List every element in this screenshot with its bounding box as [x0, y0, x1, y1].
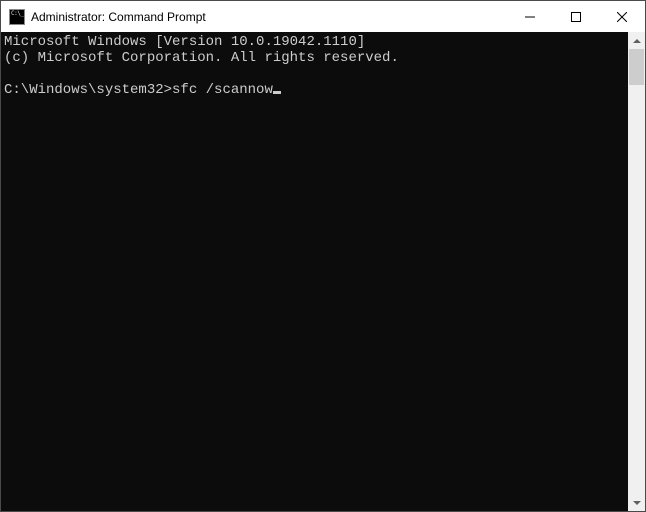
- titlebar[interactable]: Administrator: Command Prompt: [1, 1, 645, 32]
- vertical-scrollbar[interactable]: [628, 32, 645, 511]
- terminal-line: Microsoft Windows [Version 10.0.19042.11…: [4, 34, 365, 50]
- close-button[interactable]: [599, 1, 645, 32]
- close-icon: [617, 12, 627, 22]
- window-controls: [507, 1, 645, 32]
- scroll-up-button[interactable]: [628, 32, 645, 49]
- scroll-down-button[interactable]: [628, 494, 645, 511]
- maximize-icon: [571, 12, 581, 22]
- window-title: Administrator: Command Prompt: [31, 10, 507, 24]
- client-area: Microsoft Windows [Version 10.0.19042.11…: [1, 32, 645, 511]
- maximize-button[interactable]: [553, 1, 599, 32]
- cursor: [273, 91, 281, 94]
- minimize-button[interactable]: [507, 1, 553, 32]
- terminal-prompt: C:\Windows\system32>: [4, 82, 172, 98]
- window-frame: Administrator: Command Prompt Microsoft: [0, 0, 646, 512]
- terminal-output[interactable]: Microsoft Windows [Version 10.0.19042.11…: [1, 32, 628, 511]
- scroll-thumb[interactable]: [629, 49, 644, 85]
- terminal-line: (c) Microsoft Corporation. All rights re…: [4, 50, 399, 66]
- terminal-command: sfc /scannow: [172, 82, 273, 98]
- minimize-icon: [525, 12, 535, 22]
- cmd-icon: [9, 9, 25, 25]
